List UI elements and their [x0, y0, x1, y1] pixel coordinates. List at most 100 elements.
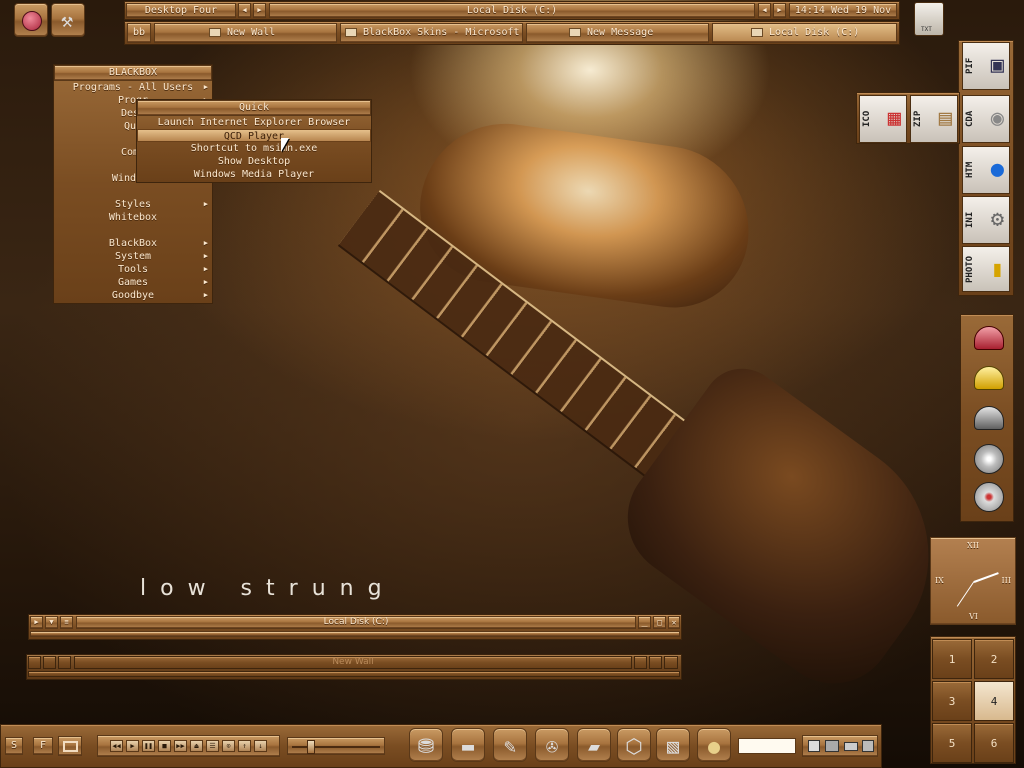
maximize-button[interactable] [649, 656, 662, 669]
drive-red-icon[interactable] [969, 322, 1009, 356]
media-button[interactable]: ↓ [254, 740, 267, 752]
pager-workspace-3[interactable]: 3 [932, 681, 972, 721]
quick-submenu: Quick Launch Internet Explorer Browser Q… [136, 99, 372, 183]
media-button[interactable]: ⏏ [190, 740, 203, 752]
volume-slider[interactable] [287, 737, 385, 755]
task-local-disk[interactable]: Local Disk (C:) [712, 23, 897, 43]
htm-file-icon[interactable]: HTM ● [962, 146, 1010, 194]
tray-display-icon[interactable] [862, 740, 874, 752]
tray-monitor-icon[interactable] [825, 740, 839, 752]
pager-workspace-5[interactable]: 5 [932, 723, 972, 763]
media-button[interactable]: ▶ [126, 740, 139, 752]
window-menu-button[interactable]: ▶ [30, 616, 43, 629]
menu-item[interactable]: System ▶ [54, 250, 212, 263]
tray-network-icon[interactable] [808, 740, 820, 752]
folder-icon[interactable]: ▰ [577, 728, 611, 762]
close-button[interactable] [664, 656, 678, 669]
window-menu-button[interactable] [28, 656, 41, 669]
task-blackbox-skins[interactable]: BlackBox Skins - Microsoft [340, 23, 523, 43]
pager-workspace-6[interactable]: 6 [974, 723, 1014, 763]
window-shade-button[interactable] [43, 656, 56, 669]
window-stick-button[interactable] [58, 656, 71, 669]
media-button[interactable]: ◀◀ [110, 740, 123, 752]
media-button[interactable]: ↑ [238, 740, 251, 752]
media-button[interactable]: ■ [158, 740, 171, 752]
maximize-button[interactable]: □ [653, 616, 666, 629]
task-label: Local Disk (C:) [769, 27, 860, 38]
txt-icon[interactable]: TXT [914, 2, 944, 36]
pager-workspace-4[interactable]: 4 [974, 681, 1014, 721]
window-stick-button[interactable]: ≡ [60, 616, 73, 629]
task-new-message[interactable]: New Message [526, 23, 709, 43]
ini-file-icon[interactable]: INI ⚙ [962, 196, 1010, 244]
tray-drive-icon[interactable] [844, 742, 858, 751]
tools-icon[interactable]: ✎ [493, 728, 527, 762]
media-button[interactable]: ❚❚ [142, 740, 155, 752]
photo-file-icon[interactable]: PHOTO ▮ [962, 246, 1010, 292]
mouse-cursor-icon [281, 138, 289, 152]
quick-item-msimn[interactable]: Shortcut to msimn.exe [137, 142, 371, 155]
window-shade-button[interactable]: ▼ [45, 616, 58, 629]
pager-workspace-1[interactable]: 1 [932, 639, 972, 679]
hard-drive-icon[interactable]: ▬ [451, 728, 485, 762]
pif-file-icon[interactable]: PIF ▣ [962, 42, 1010, 90]
speaker-icon[interactable]: ⛃ [409, 728, 443, 762]
drive-yellow-icon[interactable] [969, 362, 1009, 396]
wrench-icon: ⚒ [61, 8, 74, 32]
menu-item[interactable]: Styles ▶ [54, 198, 212, 211]
media-button[interactable]: ⊙ [222, 740, 235, 752]
drive-grey-icon[interactable] [969, 402, 1009, 436]
menu-item[interactable]: Games ▶ [54, 276, 212, 289]
wallpaper-caption: low strung [140, 576, 396, 601]
window-handle[interactable] [28, 671, 680, 677]
submenu-arrow-icon: ▶ [203, 265, 208, 273]
minimize-button[interactable] [634, 656, 647, 669]
moon-icon[interactable]: ● [697, 728, 731, 762]
folder-icon [209, 27, 221, 37]
f-button[interactable]: F [33, 737, 53, 755]
tools-button[interactable]: ⚒ [51, 3, 85, 37]
menu-item[interactable]: BlackBox ▶ [54, 237, 212, 250]
power-icon [22, 11, 42, 31]
window-list-button[interactable] [58, 736, 82, 756]
power-button[interactable] [14, 3, 48, 37]
cd-drive-icon[interactable] [969, 442, 1009, 476]
photos-icon[interactable]: ▧ [656, 728, 690, 762]
clock-label: 14:14 Wed 19 Nov [789, 3, 897, 18]
quick-title: Quick [137, 100, 371, 116]
network-icon[interactable]: ⬡ [617, 728, 651, 762]
window-prev-button[interactable]: ◀ [758, 3, 771, 18]
bb-button[interactable]: bb [127, 23, 151, 43]
media-button[interactable]: ☰ [206, 740, 219, 752]
submenu-arrow-icon: ▶ [203, 278, 208, 286]
task-label: New Message [587, 27, 654, 38]
menu-item[interactable]: Goodbye ▶ [54, 289, 212, 302]
minimize-button[interactable]: _ [638, 616, 651, 629]
close-button[interactable]: ✕ [668, 616, 680, 629]
submenu-arrow-icon: ▶ [203, 239, 208, 247]
s-button[interactable]: S [5, 737, 23, 755]
menu-item[interactable]: Programs - All Users ▶ [54, 81, 212, 94]
dvd-drive-icon[interactable] [969, 480, 1009, 514]
pager-workspace-2[interactable]: 2 [974, 639, 1014, 679]
window-next-button[interactable]: ▶ [773, 3, 786, 18]
media-button[interactable]: ▶▶ [174, 740, 187, 752]
film-reel-icon[interactable]: ✇ [535, 728, 569, 762]
run-input[interactable] [738, 738, 796, 754]
workspace-next-button[interactable]: ▶ [253, 3, 266, 18]
menu-item[interactable]: Tools ▶ [54, 263, 212, 276]
quick-item-qcd[interactable]: QCD Player [137, 129, 371, 142]
task-new-wall[interactable]: New Wall [154, 23, 337, 43]
menu-item[interactable]: Whitebox [54, 211, 212, 224]
task-label: New Wall [227, 27, 276, 38]
workspace-prev-button[interactable]: ◀ [238, 3, 251, 18]
volume-knob[interactable] [306, 740, 315, 754]
quick-item-show-desktop[interactable]: Show Desktop [137, 155, 371, 168]
ico-file-icon[interactable]: ICO ▦ [859, 95, 907, 143]
quick-item-wmp[interactable]: Windows Media Player [137, 168, 371, 181]
quick-item-ie[interactable]: Launch Internet Explorer Browser [137, 116, 371, 129]
new-wall-window-title: New Wall [74, 656, 632, 669]
cda-file-icon[interactable]: CDA ◉ [962, 95, 1010, 143]
zip-file-icon[interactable]: ZIP ▤ [910, 95, 958, 143]
window-handle[interactable] [30, 631, 680, 637]
